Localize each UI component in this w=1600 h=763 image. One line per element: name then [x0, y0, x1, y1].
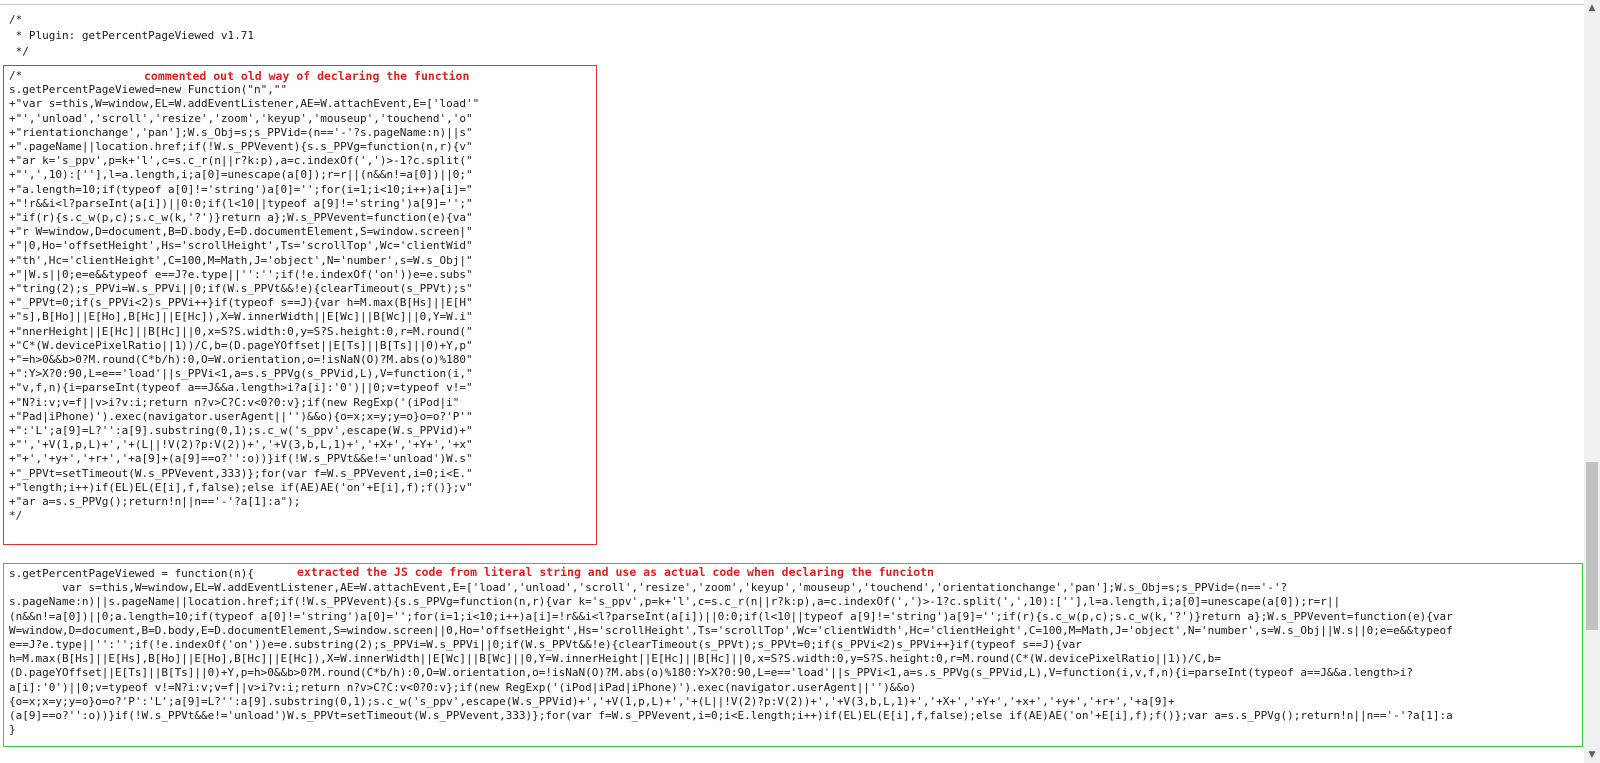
vertical-scrollbar[interactable]: ▲ ▼ [1584, 0, 1600, 763]
scroll-down-icon[interactable]: ▼ [1584, 747, 1600, 763]
scroll-up-icon[interactable]: ▲ [1584, 0, 1600, 16]
plugin-header-comment: /* * Plugin: getPercentPageViewed v1.71 … [9, 13, 255, 58]
page-top-border [0, 0, 1584, 5]
new-function-block: s.getPercentPageViewed = function(n){ va… [3, 563, 1583, 747]
new-function-annotation: extracted the JS code from literal strin… [297, 565, 934, 579]
new-function-code: s.getPercentPageViewed = function(n){ va… [9, 567, 1453, 737]
old-function-code: /* s.getPercentPageViewed=new Function("… [9, 69, 480, 523]
scrollbar-thumb[interactable] [1586, 462, 1598, 630]
old-function-annotation: commented out old way of declaring the f… [144, 69, 470, 83]
old-function-block: /* s.getPercentPageViewed=new Function("… [3, 65, 597, 545]
